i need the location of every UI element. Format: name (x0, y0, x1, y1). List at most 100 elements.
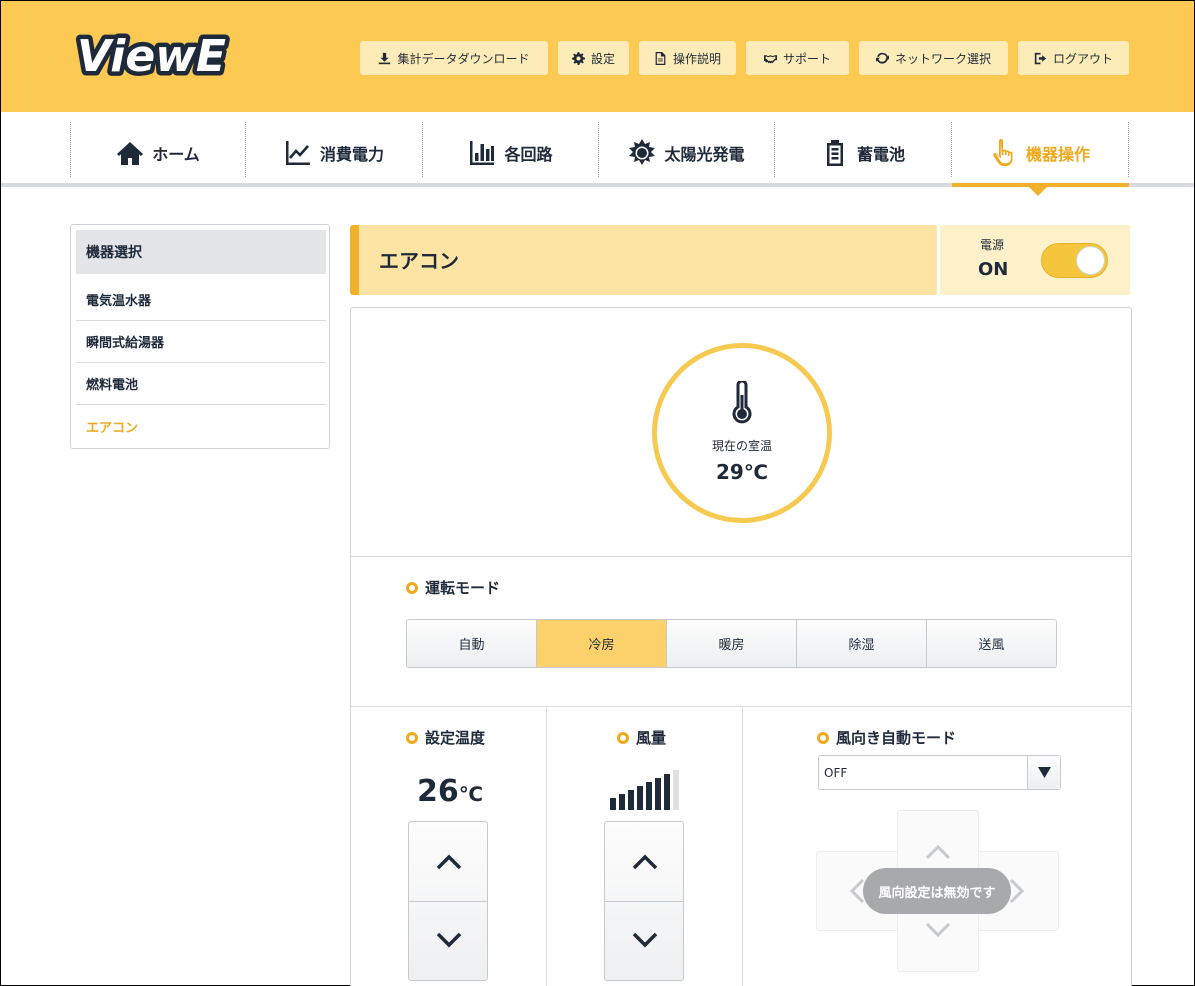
nav-item-label: ホーム (152, 144, 200, 164)
sun-icon (629, 138, 656, 165)
power-label: 電源 (980, 238, 1005, 252)
svg-text:ViewE: ViewE (77, 31, 226, 82)
fan-bar (646, 782, 652, 810)
nav-item-power-consumption[interactable]: 消費電力 (246, 122, 422, 183)
battery-icon (826, 139, 843, 166)
mode-cooling-button[interactable]: 冷房 (537, 620, 667, 667)
logout-icon (1034, 52, 1047, 64)
wind-direction-title: 風向き自動モード (817, 727, 956, 748)
temperature-down-button[interactable] (436, 932, 462, 948)
nav-item-home[interactable]: ホーム (71, 122, 245, 183)
set-temperature-title-text: 設定温度 (425, 729, 486, 747)
sidebar-item-fuel-cell[interactable]: 燃料電池 (76, 363, 326, 405)
wind-down-arrow-icon (925, 922, 951, 938)
fan-bar (673, 770, 679, 810)
nav-item-label: 太陽光発電 (664, 144, 745, 164)
divider (546, 706, 547, 986)
fan-down-button[interactable] (632, 932, 658, 948)
wind-up-arrow-icon (925, 844, 951, 860)
divider (351, 706, 1131, 707)
mode-section-title: 運転モード (406, 577, 500, 598)
settings-button-label: 設定 (590, 51, 615, 66)
stepper-divider (605, 901, 683, 902)
nav-active-caret (1029, 187, 1047, 196)
viewe-logo[interactable]: ViewE (73, 25, 265, 86)
wind-right-arrow-icon (1009, 878, 1025, 904)
thermometer-icon (732, 381, 752, 424)
download-button[interactable]: 集計データダウンロード (360, 41, 548, 75)
mode-heating-button[interactable]: 暖房 (667, 620, 797, 667)
dropdown-arrow-button[interactable] (1027, 756, 1060, 789)
divider (742, 706, 743, 986)
network-select-button[interactable]: ネットワーク選択 (859, 41, 1008, 75)
fan-speed-title-text: 風量 (636, 729, 667, 747)
support-button[interactable]: サポート (746, 41, 849, 75)
nav-item-battery[interactable]: 蓄電池 (775, 122, 951, 183)
gear-icon (571, 51, 585, 65)
fan-bar (610, 798, 616, 810)
bullet-dot-icon (406, 731, 418, 744)
wind-direction-select[interactable]: OFF (818, 755, 1061, 790)
sidebar-item-electric-water-heater[interactable]: 電気温水器 (76, 279, 326, 321)
manual-button[interactable]: 操作説明 (639, 41, 736, 75)
set-temperature-number: 26 (417, 774, 459, 809)
fan-up-button[interactable] (632, 854, 658, 870)
divider (351, 556, 1131, 557)
set-temperature-value: 26℃ (417, 774, 483, 809)
device-title: エアコン (350, 225, 937, 295)
nav-item-device-control[interactable]: 機器操作 (952, 122, 1128, 183)
pointer-hand-icon (993, 138, 1013, 166)
nav-item-label: 各回路 (504, 144, 553, 164)
stepper-divider (409, 901, 487, 902)
support-button-label: サポート (782, 51, 831, 66)
fan-bar (628, 790, 634, 810)
nav-item-circuits[interactable]: 各回路 (423, 122, 598, 183)
power-box: 電源 ON (940, 225, 1130, 295)
set-temperature-title: 設定温度 (406, 727, 485, 748)
fan-speed-title: 風量 (617, 727, 666, 748)
nav-item-solar[interactable]: 太陽光発電 (599, 122, 774, 183)
sidebar-heading: 機器選択 (76, 230, 326, 274)
power-state: ON (978, 259, 1009, 280)
room-temperature-label: 現在の室温 (711, 439, 772, 453)
mode-fan-button[interactable]: 送風 (927, 620, 1056, 667)
fan-bar (637, 786, 643, 810)
fan-speed-stepper (604, 821, 684, 981)
power-toggle-knob (1076, 246, 1105, 275)
nav-item-label: 機器操作 (1025, 144, 1090, 164)
sidebar-item-instant-water-heater[interactable]: 瞬間式給湯器 (76, 321, 326, 363)
wind-direction-selected: OFF (824, 766, 848, 780)
handshake-icon (763, 54, 777, 63)
mode-title-text: 運転モード (425, 579, 501, 597)
mode-auto-button[interactable]: 自動 (407, 620, 537, 667)
device-sidebar: 機器選択 電気温水器 瞬間式給湯器 燃料電池 エアコン (70, 224, 330, 449)
main-nav: ホーム 消費電力 各回路 太陽光発電 蓄電池 機器操作 (1, 112, 1194, 187)
document-icon (655, 51, 666, 65)
sidebar-item-air-conditioner[interactable]: エアコン (76, 405, 326, 447)
mode-dehumidify-button[interactable]: 除湿 (797, 620, 927, 667)
fan-bar (619, 794, 625, 810)
network-select-button-label: ネットワーク選択 (894, 51, 991, 66)
wind-direction-disabled-message: 風向設定は無効です (863, 868, 1011, 914)
logout-button[interactable]: ログアウト (1018, 41, 1129, 75)
settings-button[interactable]: 設定 (558, 41, 629, 75)
nav-item-label: 蓄電池 (856, 144, 905, 164)
download-button-label: 集計データダウンロード (397, 51, 530, 66)
nav-separator (1128, 122, 1129, 177)
room-temperature-value: 29℃ (715, 460, 769, 484)
nav-item-label: 消費電力 (319, 144, 384, 164)
control-panel: 現在の室温 29℃ 運転モード 自動 冷房 暖房 除湿 送風 設定温度 26℃ … (350, 307, 1132, 986)
temperature-up-button[interactable] (436, 854, 462, 870)
power-toggle[interactable] (1041, 243, 1108, 278)
bullet-dot-icon (617, 731, 629, 744)
header: ViewE 集計データダウンロード 設定 操作説明 サポート ネットワーク選択 … (1, 1, 1194, 112)
bullet-dot-icon (406, 581, 418, 594)
triangle-down-icon (1038, 767, 1051, 778)
fan-bar (655, 778, 661, 810)
home-icon (117, 141, 144, 165)
refresh-icon (875, 52, 889, 64)
fan-bar (664, 774, 670, 810)
room-temperature-gauge: 現在の室温 29℃ (652, 343, 832, 523)
fan-speed-bars (610, 770, 682, 810)
bar-chart-icon (470, 140, 495, 165)
